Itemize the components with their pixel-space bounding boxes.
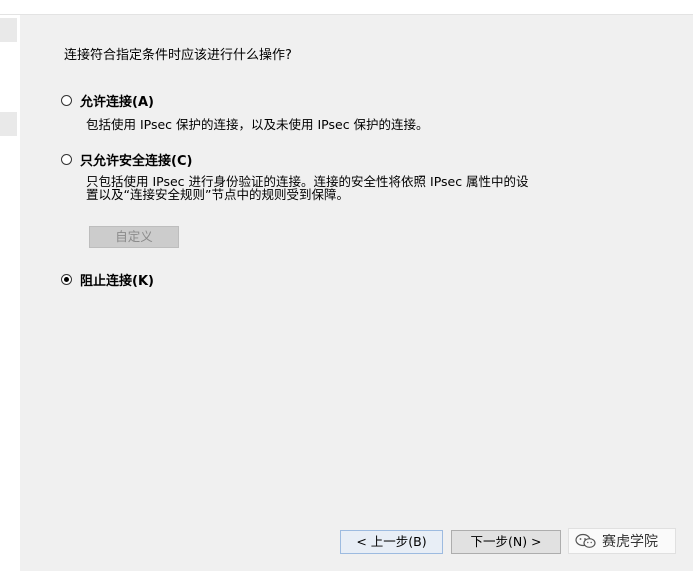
radio-block[interactable] (61, 274, 72, 285)
watermark: 赛虎学院 (568, 528, 676, 554)
left-nav-item-2[interactable] (0, 112, 17, 136)
left-nav-item-1[interactable] (0, 18, 17, 42)
wechat-icon (575, 533, 597, 549)
back-button[interactable]: < 上一步(B) (340, 530, 443, 554)
option-allow-secure-description-line2: 置以及“连接安全规则”节点中的规则受到保障。 (86, 187, 349, 202)
option-allow-label: 允许连接(A) (80, 95, 154, 110)
option-block-connection[interactable]: 阻止连接(K) (61, 270, 154, 289)
radio-allow-secure[interactable] (61, 154, 72, 165)
watermark-text: 赛虎学院 (602, 534, 658, 550)
left-navigation-edge (0, 15, 19, 571)
option-block-label: 阻止连接(K) (80, 274, 154, 289)
option-allow-secure-label: 只允许安全连接(C) (80, 154, 193, 169)
option-allow-description: 包括使用 IPsec 保护的连接，以及未使用 IPsec 保护的连接。 (86, 117, 429, 132)
page-question: 连接符合指定条件时应该进行什么操作? (64, 48, 292, 63)
next-button[interactable]: 下一步(N) > (451, 530, 561, 554)
window-top-edge (0, 0, 693, 15)
wizard-panel: 连接符合指定条件时应该进行什么操作? 允许连接(A) 包括使用 IPsec 保护… (20, 15, 693, 571)
customize-button[interactable]: 自定义 (89, 226, 179, 248)
option-allow-connection[interactable]: 允许连接(A) (61, 91, 154, 110)
radio-allow[interactable] (61, 95, 72, 106)
option-allow-secure-connection[interactable]: 只允许安全连接(C) (61, 150, 192, 169)
